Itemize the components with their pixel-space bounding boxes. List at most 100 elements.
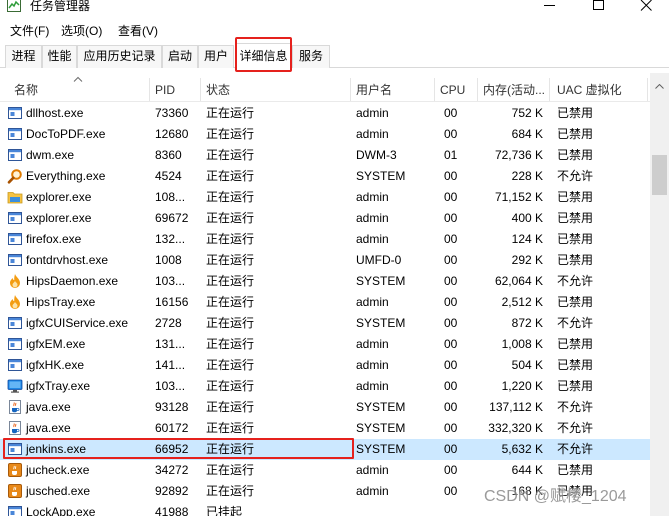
status: 正在运行 [206,106,255,120]
uac-virtualization: 不允许 [557,442,594,456]
tab-details[interactable]: 详细信息 [235,43,292,69]
tab-app-history[interactable]: 应用历史记录 [77,45,162,68]
cpu-usage: 00 [444,421,458,435]
uac-virtualization: 已禁用 [557,379,594,393]
pid: 93128 [155,400,189,414]
column-header-pid[interactable]: PID [150,73,201,101]
maximize-button[interactable] [588,0,608,12]
cpu-usage: 00 [444,337,458,351]
tab-startup[interactable]: 启动 [162,45,198,68]
table-row[interactable]: java.exe 60172 正在运行 SYSTEM 00 332,320 K 不允许 [0,418,650,439]
pid: 66952 [155,442,189,456]
process-name: DocToPDF.exe [26,127,106,141]
table-row[interactable]: java.exe 93128 正在运行 SYSTEM 00 137,112 K 不允许 [0,397,650,418]
status: 正在运行 [206,211,255,225]
column-header-cpu[interactable]: CPU [435,73,478,101]
process-name: HipsTray.exe [26,295,96,309]
column-header-username[interactable]: 用户名 [351,73,435,101]
column-header-status[interactable]: 状态 [201,73,351,101]
scrollbar-thumb[interactable] [652,155,667,195]
table-row[interactable]: igfxEM.exe 131... 正在运行 admin 00 1,008 K 已禁用 [0,334,650,355]
name-cell: java.exe [0,418,150,439]
pid: 34272 [155,463,189,477]
tab-processes[interactable]: 进程 [5,45,42,68]
username: SYSTEM [356,421,406,435]
username: admin [356,463,389,477]
table-row[interactable]: firefox.exe 132... 正在运行 admin 00 124 K 已禁用 [0,229,650,250]
app-window-icon [7,357,23,373]
name-cell: explorer.exe [0,187,150,208]
column-header-uac[interactable]: UAC 虚拟化 [550,73,648,101]
app-window-icon [7,315,23,331]
memory: 72,736 K [494,148,543,162]
status: 正在运行 [206,316,255,330]
username: admin [356,232,389,246]
table-row[interactable]: DocToPDF.exe 12680 正在运行 admin 00 684 K 已禁用 [0,124,650,145]
memory: 124 K [511,232,543,246]
username: SYSTEM [356,316,406,330]
tab-services[interactable]: 服务 [292,45,330,68]
vertical-scrollbar[interactable] [650,73,669,516]
username: admin [356,484,389,498]
tab-users[interactable]: 用户 [198,45,234,68]
app-window-icon [7,126,23,142]
pid: 108... [155,190,186,204]
tab-performance[interactable]: 性能 [42,45,77,68]
pid: 92892 [155,484,189,498]
memory: 5,632 K [501,442,543,456]
table-row[interactable]: dwm.exe 8360 正在运行 DWM-3 01 72,736 K 已禁用 [0,145,650,166]
uac-virtualization: 不允许 [557,421,594,435]
uac-virtualization: 不允许 [557,316,594,330]
column-header-memory[interactable]: 内存(活动... [478,73,550,101]
table-row[interactable]: fontdrvhost.exe 1008 正在运行 UMFD-0 00 292 K 已禁用 [0,250,650,271]
process-name: jusched.exe [26,484,91,498]
table-row[interactable]: explorer.exe 108... 正在运行 admin 00 71,152 K 已禁用 [0,187,650,208]
process-name: igfxCUIService.exe [26,316,129,330]
memory: 292 K [511,253,543,267]
minimize-icon [544,5,555,6]
process-name: fontdrvhost.exe [26,253,109,267]
menu-options[interactable]: 选项(O) [61,23,102,39]
status: 正在运行 [206,463,255,477]
app-window-icon [7,441,23,457]
table-row[interactable]: HipsTray.exe 16156 正在运行 admin 00 2,512 K 已禁用 [0,292,650,313]
table-row[interactable]: explorer.exe 69672 正在运行 admin 00 400 K 已禁用 [0,208,650,229]
name-cell: jucheck.exe [0,460,150,481]
table-row[interactable]: Everything.exe 4524 正在运行 SYSTEM 00 228 K 不允许 [0,166,650,187]
uac-virtualization: 已禁用 [557,232,594,246]
minimize-button[interactable] [540,0,560,12]
pid: 12680 [155,127,189,141]
username: admin [356,337,389,351]
table-row[interactable]: dllhost.exe 73360 正在运行 admin 00 752 K 已禁用 [0,103,650,124]
table-row[interactable]: igfxHK.exe 141... 正在运行 admin 00 504 K 已禁用 [0,355,650,376]
name-cell: jusched.exe [0,481,150,502]
username: SYSTEM [356,169,406,183]
column-header-name[interactable]: 名称 [0,73,150,101]
table-row[interactable]: igfxTray.exe 103... 正在运行 admin 00 1,220 K 已禁用 [0,376,650,397]
table-row[interactable]: jucheck.exe 34272 正在运行 admin 00 644 K 已禁用 [0,460,650,481]
cpu-usage: 00 [444,316,458,330]
menu-file[interactable]: 文件(F) [10,23,49,39]
process-name: igfxEM.exe [26,337,86,351]
scroll-up-button[interactable] [650,73,669,101]
memory: 71,152 K [494,190,543,204]
cpu-usage: 00 [444,379,458,393]
table-row[interactable]: HipsDaemon.exe 103... 正在运行 SYSTEM 00 62,064 K… [0,271,650,292]
table-row[interactable]: jenkins.exe 66952 正在运行 SYSTEM 00 5,632 K 不允许 [0,438,650,460]
window-title: 任务管理器 [30,0,91,13]
process-name: igfxTray.exe [26,379,91,393]
column-header-name-label: 名称 [14,83,39,97]
table-row[interactable]: igfxCUIService.exe 2728 正在运行 SYSTEM 00 872 K 不… [0,313,650,334]
cpu-usage: 00 [444,190,458,204]
memory: 504 K [511,358,543,372]
status: 正在运行 [206,190,255,204]
close-button[interactable] [636,0,656,12]
status: 正在运行 [206,127,255,141]
process-name: jenkins.exe [26,442,87,456]
memory: 1,220 K [501,379,543,393]
username: SYSTEM [356,274,406,288]
pid: 131... [155,337,186,351]
pid: 4524 [155,169,182,183]
menu-view[interactable]: 查看(V) [118,23,158,39]
uac-virtualization: 已禁用 [557,337,594,351]
